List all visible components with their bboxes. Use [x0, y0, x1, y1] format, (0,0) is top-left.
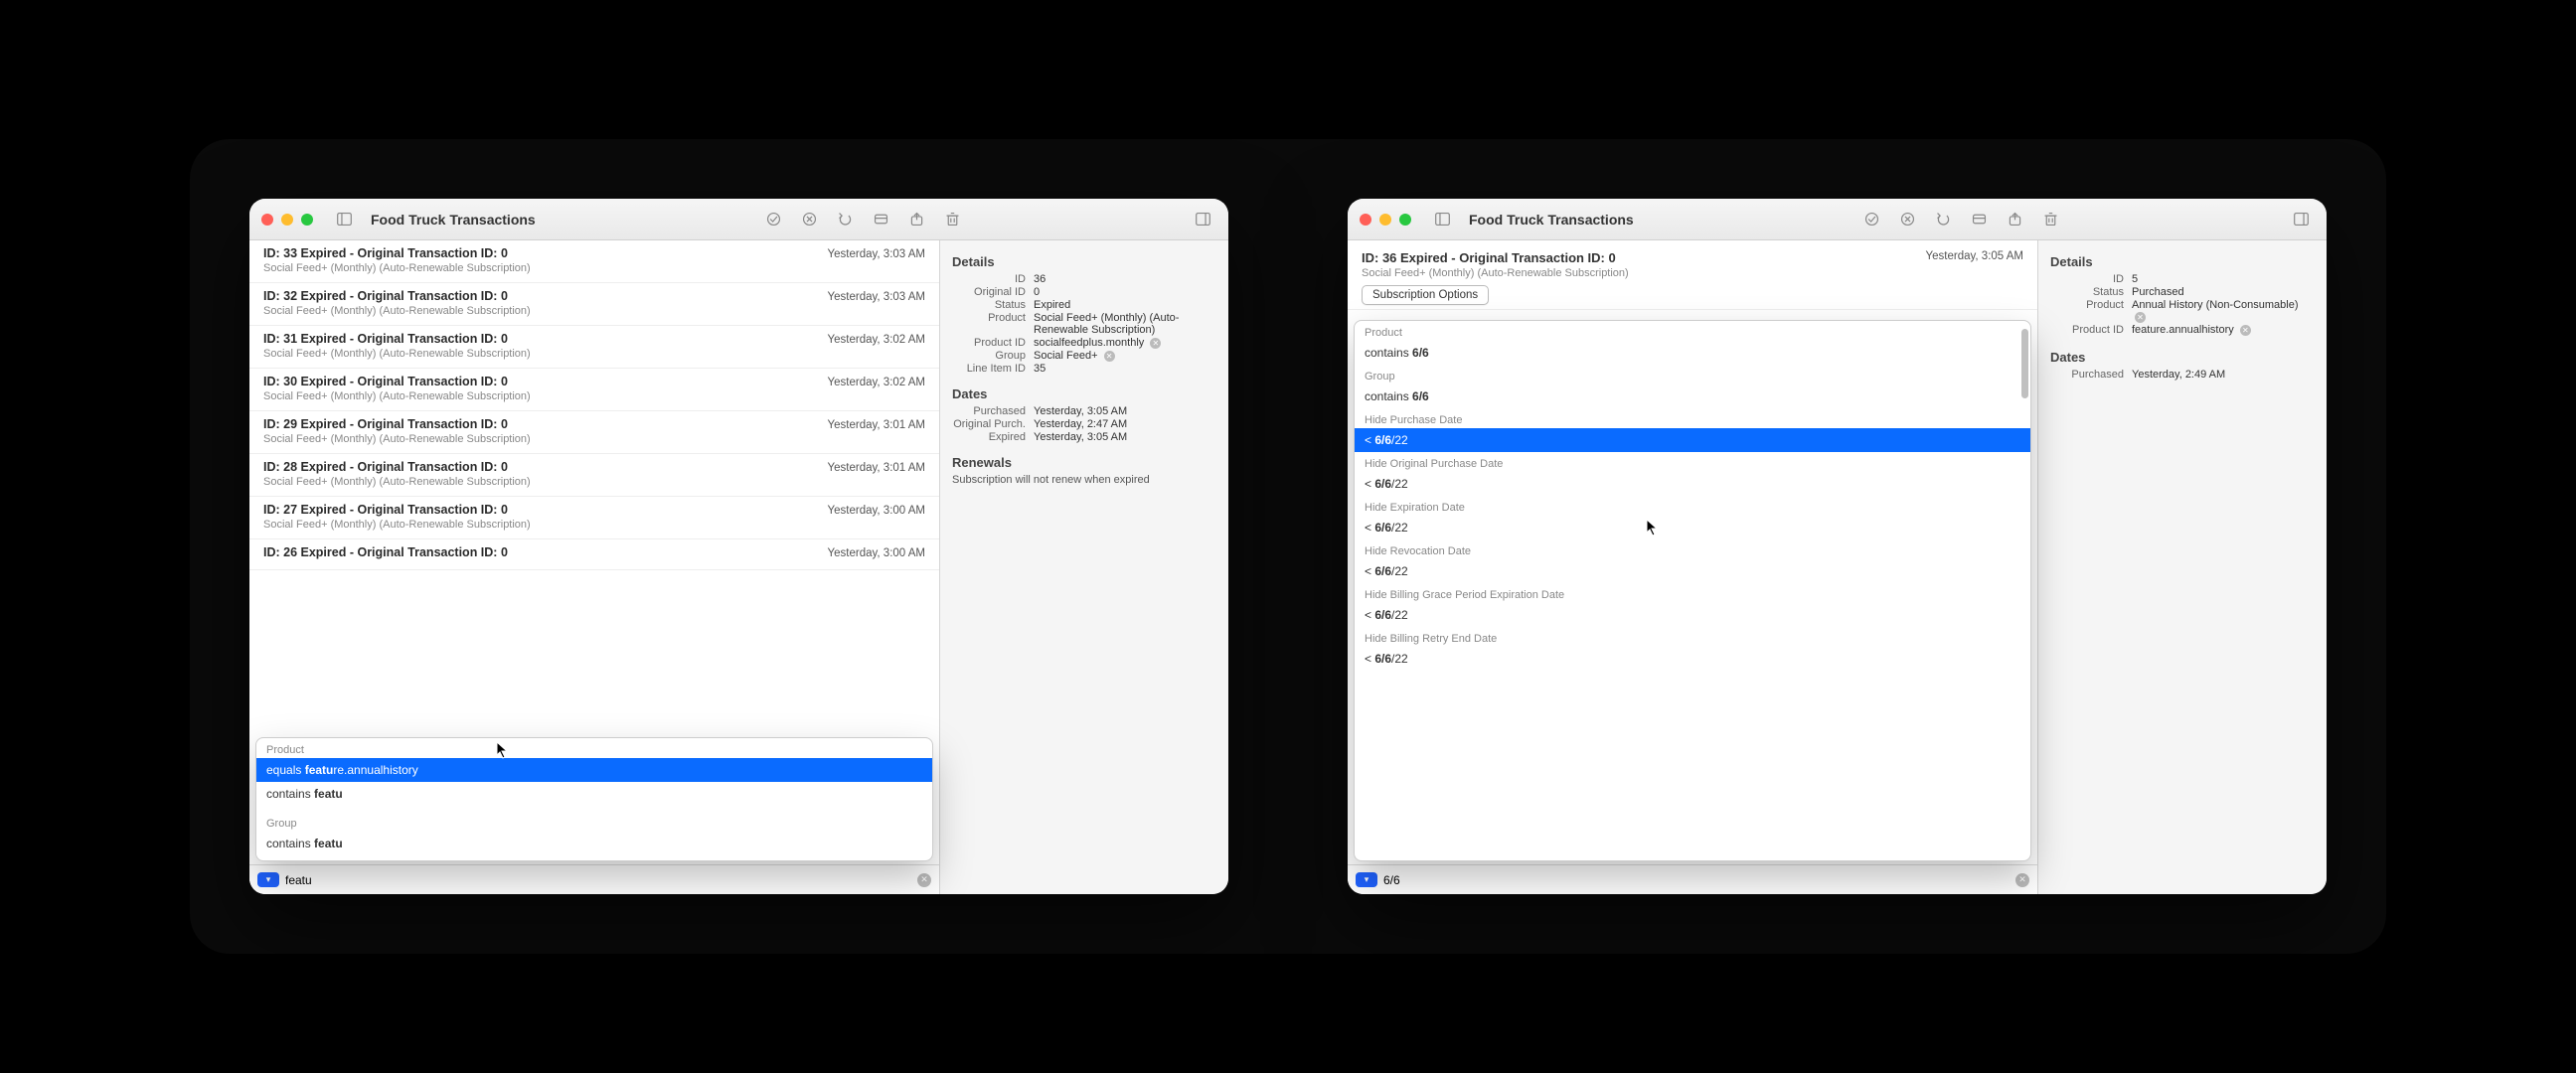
right-panel-toggle-icon[interactable] [2289, 208, 2315, 231]
card-icon[interactable] [868, 208, 893, 231]
filter-group: Hide Purchase Date < 6/6/22 [1355, 408, 2030, 452]
minimize-button[interactable] [281, 214, 293, 226]
filter-item[interactable]: < 6/6/22 [1355, 559, 2030, 583]
traffic-lights [1360, 214, 1411, 226]
popup-scrollbar[interactable] [2021, 329, 2028, 398]
filter-item[interactable]: contains 6/6 [1355, 341, 2030, 365]
filter-group: Group contains 6/6 [1355, 365, 2030, 408]
search-clear-button[interactable]: ✕ [917, 873, 931, 887]
renewals-heading: Renewals [952, 455, 1216, 470]
filter-group: Hide Billing Grace Period Expiration Dat… [1355, 583, 2030, 627]
popup-section-group: Group [256, 812, 932, 832]
header-subtitle: Social Feed+ (Monthly) (Auto-Renewable S… [1362, 267, 2023, 279]
close-button[interactable] [1360, 214, 1371, 226]
filter-popup: Product contains 6/6 Group contains 6/6 … [1354, 320, 2031, 861]
remove-chip-icon[interactable]: ✕ [1104, 351, 1115, 362]
search-input[interactable] [1383, 873, 2010, 887]
suggestion-equals[interactable]: equals feature.annualhistory [256, 758, 932, 782]
window-title: Food Truck Transactions [1469, 212, 1634, 228]
filter-group: Product contains 6/6 [1355, 321, 2030, 365]
minimize-button[interactable] [1379, 214, 1391, 226]
remove-chip-icon[interactable]: ✕ [2240, 325, 2251, 336]
popup-section-product: Product [256, 738, 932, 758]
export-icon[interactable] [2002, 208, 2027, 231]
dates-heading: Dates [2050, 350, 2315, 365]
sidebar-toggle-icon[interactable] [331, 208, 357, 231]
undo-icon[interactable] [832, 208, 858, 231]
window-title: Food Truck Transactions [371, 212, 536, 228]
filter-item[interactable]: < 6/6/22 [1355, 647, 2030, 674]
reject-icon[interactable] [796, 208, 822, 231]
header-time: Yesterday, 3:05 AM [1926, 250, 2023, 262]
filter-group: Hide Original Purchase Date < 6/6/22 [1355, 452, 2030, 496]
right-panel-toggle-icon[interactable] [1191, 208, 1216, 231]
remove-chip-icon[interactable]: ✕ [1150, 338, 1161, 349]
transaction-row[interactable]: ID: 31 Expired - Original Transaction ID… [249, 326, 939, 369]
card-icon[interactable] [1966, 208, 1992, 231]
titlebar: Food Truck Transactions [249, 199, 1228, 240]
remove-chip-icon[interactable]: ✕ [2135, 312, 2146, 323]
undo-icon[interactable] [1930, 208, 1956, 231]
zoom-button[interactable] [1399, 214, 1411, 226]
details-pane: Details ID36 Original ID0 StatusExpired … [940, 240, 1228, 894]
search-bar: ▾ ✕ [1348, 864, 2037, 894]
dates-heading: Dates [952, 386, 1216, 401]
transaction-row[interactable]: ID: 29 Expired - Original Transaction ID… [249, 411, 939, 454]
filter-group: Hide Expiration Date < 6/6/22 [1355, 496, 2030, 539]
transaction-header: Yesterday, 3:05 AM ID: 36 Expired - Orig… [1348, 240, 2037, 310]
search-clear-button[interactable]: ✕ [2015, 873, 2029, 887]
filter-item[interactable]: < 6/6/22 [1355, 428, 2030, 452]
sidebar-toggle-icon[interactable] [1429, 208, 1455, 231]
search-input[interactable] [285, 873, 911, 887]
transaction-row[interactable]: ID: 27 Expired - Original Transaction ID… [249, 497, 939, 539]
filter-item[interactable]: < 6/6/22 [1355, 603, 2030, 627]
reject-icon[interactable] [1894, 208, 1920, 231]
filter-item[interactable]: < 6/6/22 [1355, 472, 2030, 496]
transaction-row[interactable]: ID: 33 Expired - Original Transaction ID… [249, 240, 939, 283]
details-heading: Details [952, 254, 1216, 269]
filter-group: Hide Revocation Date < 6/6/22 [1355, 539, 2030, 583]
search-filter-token[interactable]: ▾ [1356, 872, 1377, 887]
trash-icon[interactable] [939, 208, 965, 231]
traffic-lights [261, 214, 313, 226]
suggestion-contains[interactable]: contains featu [256, 782, 932, 806]
search-suggestions-popup: Product equals feature.annualhistory con… [255, 737, 933, 861]
approve-icon[interactable] [1858, 208, 1884, 231]
search-filter-token[interactable]: ▾ [257, 872, 279, 887]
main-pane: Yesterday, 3:05 AM ID: 36 Expired - Orig… [1348, 240, 2038, 894]
titlebar: Food Truck Transactions [1348, 199, 2327, 240]
window-right: Food Truck Transactions Yesterday, 3:05 … [1348, 199, 2327, 894]
search-bar: ▾ ✕ [249, 864, 939, 894]
transaction-row[interactable]: ID: 30 Expired - Original Transaction ID… [249, 369, 939, 411]
transaction-row[interactable]: ID: 32 Expired - Original Transaction ID… [249, 283, 939, 326]
window-left: Food Truck Transactions ID: 33 Expired -… [249, 199, 1228, 894]
header-title: ID: 36 Expired - Original Transaction ID… [1362, 250, 2023, 265]
zoom-button[interactable] [301, 214, 313, 226]
filter-item[interactable]: < 6/6/22 [1355, 516, 2030, 539]
renewals-text: Subscription will not renew when expired [952, 474, 1216, 486]
trash-icon[interactable] [2037, 208, 2063, 231]
transaction-list-pane: ID: 33 Expired - Original Transaction ID… [249, 240, 940, 894]
details-pane: Details ID5 StatusPurchased ProductAnnua… [2038, 240, 2327, 894]
export-icon[interactable] [903, 208, 929, 231]
transaction-row[interactable]: ID: 28 Expired - Original Transaction ID… [249, 454, 939, 497]
filter-group: Hide Billing Retry End Date < 6/6/22 [1355, 627, 2030, 674]
transaction-row[interactable]: ID: 26 Expired - Original Transaction ID… [249, 539, 939, 570]
suggestion-group-contains[interactable]: contains featu [256, 832, 932, 860]
subscription-options-button[interactable]: Subscription Options [1362, 285, 1489, 305]
filter-item[interactable]: contains 6/6 [1355, 384, 2030, 408]
close-button[interactable] [261, 214, 273, 226]
details-heading: Details [2050, 254, 2315, 269]
approve-icon[interactable] [760, 208, 786, 231]
